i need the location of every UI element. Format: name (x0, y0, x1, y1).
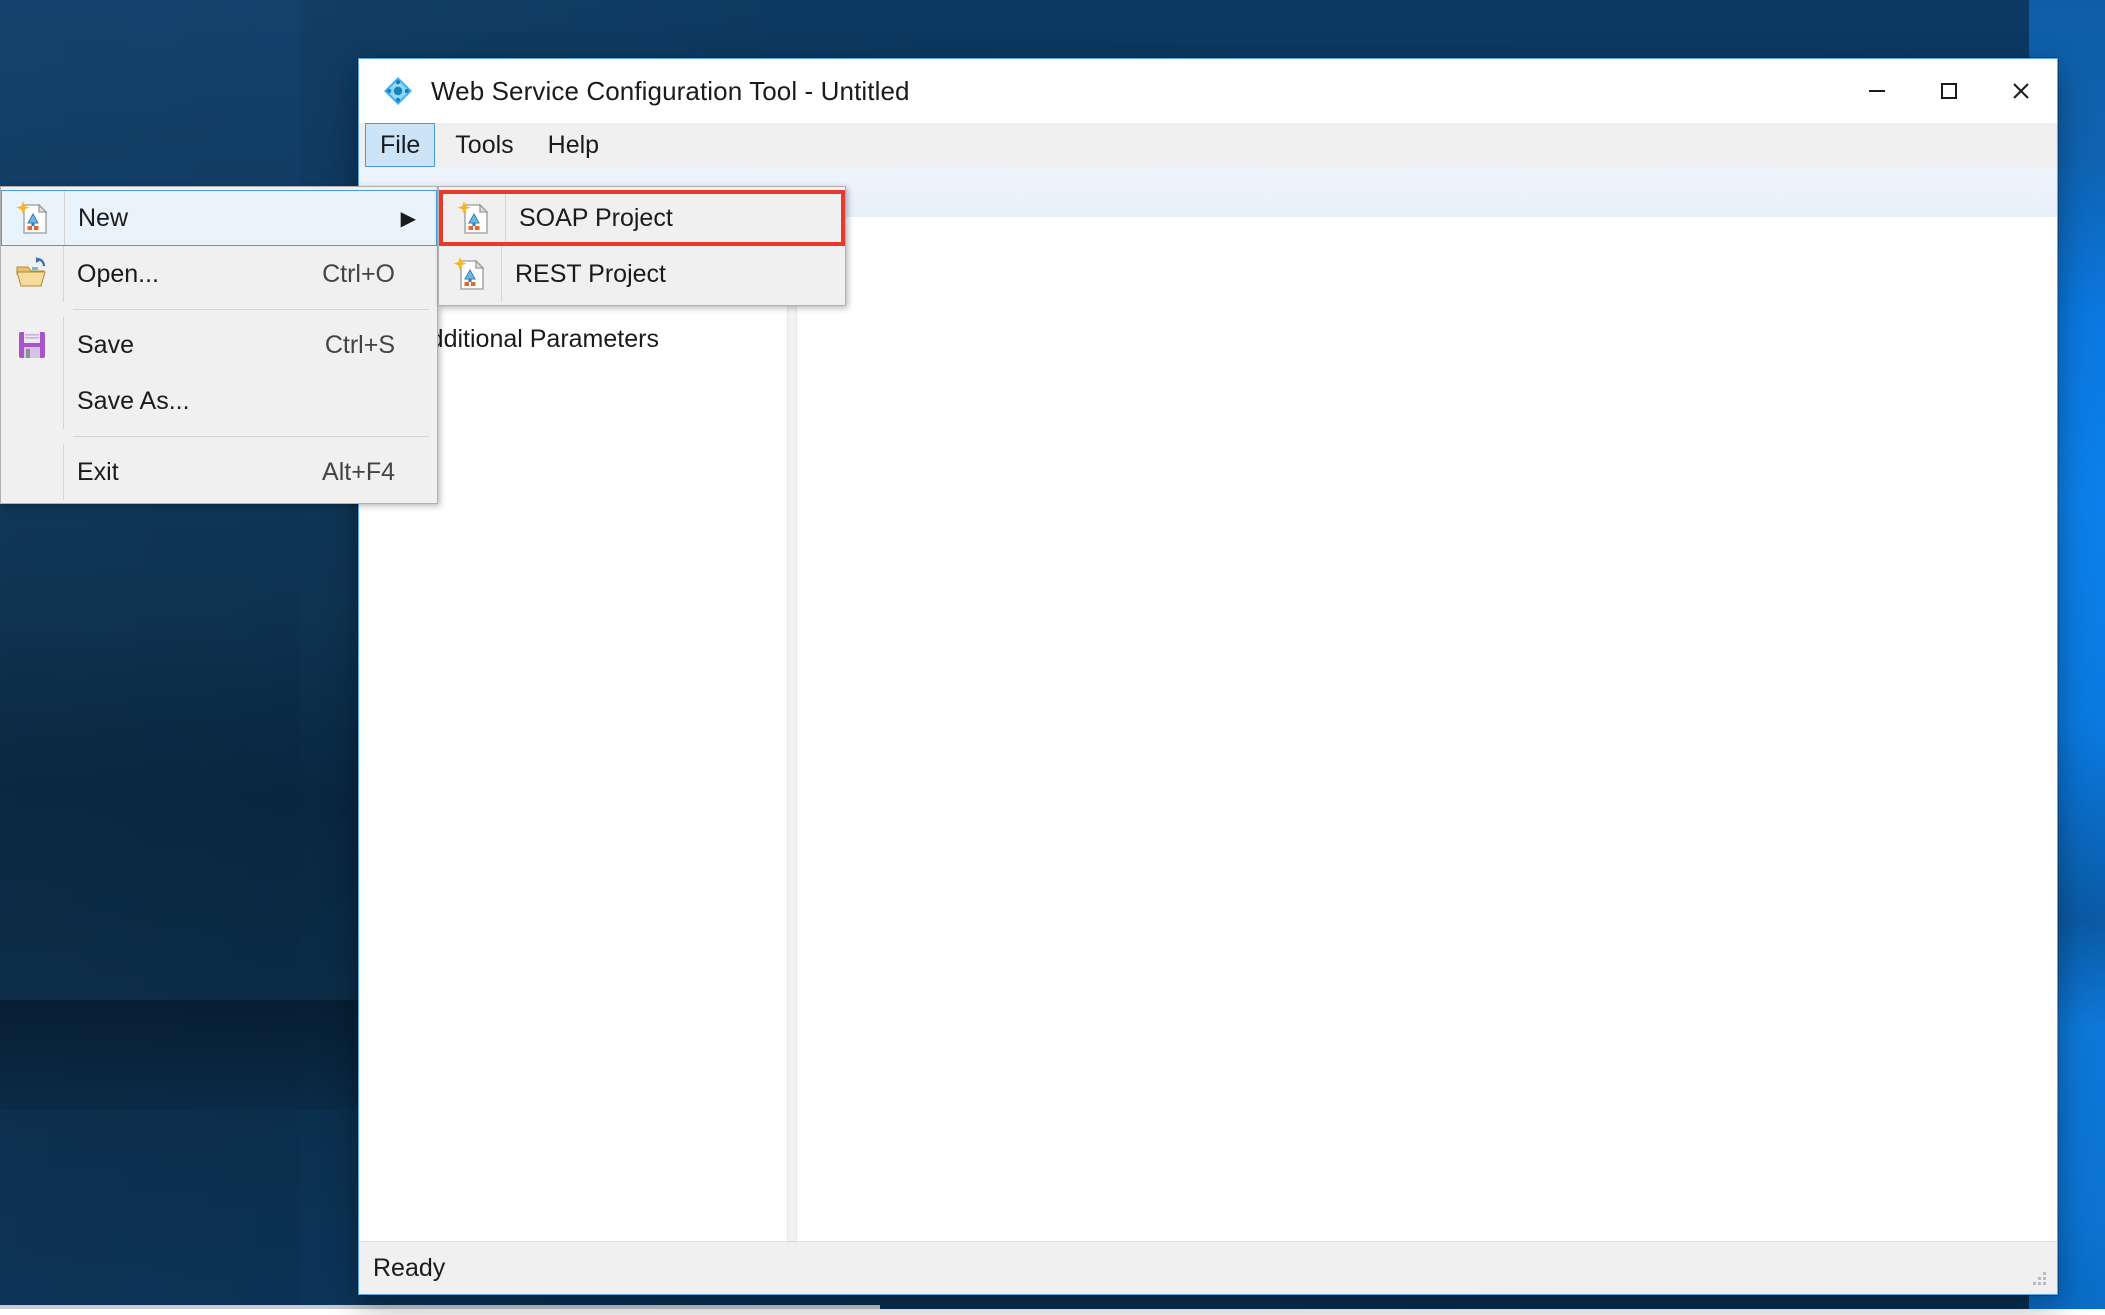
menu-gutter-line (63, 246, 64, 302)
window-title: Web Service Configuration Tool - Untitle… (431, 75, 910, 106)
menu-item-label: Save As... (77, 386, 190, 415)
menu-separator (73, 309, 429, 310)
submenu-item-rest-project[interactable]: REST Project (439, 246, 845, 302)
menu-gutter-line (64, 191, 65, 245)
submenu-item-label: SOAP Project (519, 203, 673, 232)
status-bar: Ready (359, 1241, 2057, 1294)
menu-gutter-line (63, 317, 64, 373)
save-floppy-icon (1, 325, 63, 365)
menu-item-label: Save (77, 330, 134, 359)
new-document-icon (439, 254, 501, 294)
menu-tools[interactable]: Tools (441, 123, 527, 167)
tree-item-label: Additional Parameters (413, 325, 659, 353)
resize-grip-icon[interactable] (2023, 1262, 2049, 1288)
new-document-icon (2, 198, 64, 238)
menu-item-accelerator: Alt+F4 (322, 457, 395, 486)
menu-item-exit[interactable]: Exit Alt+F4 (1, 444, 437, 500)
file-dropdown-menu: New ▶ Open... Ctrl+O Save Ctrl+S Save As… (0, 186, 438, 504)
menu-item-new[interactable]: New ▶ (1, 190, 437, 246)
menu-gutter-line (501, 246, 502, 302)
menu-bar: File Tools Help (359, 123, 2057, 167)
menu-separator (73, 436, 429, 437)
menu-gutter-line (505, 194, 506, 242)
menu-item-label: New (78, 203, 129, 232)
diamond-app-icon (381, 74, 415, 108)
menu-file[interactable]: File (365, 123, 436, 167)
title-bar: Web Service Configuration Tool - Untitle… (359, 59, 2057, 123)
desktop-background: Web Service Configuration Tool - Untitle… (0, 0, 2105, 1315)
new-submenu: SOAP Project REST Project (438, 186, 846, 306)
chevron-right-icon: ▶ (400, 207, 416, 230)
maximize-button[interactable] (1913, 59, 1985, 123)
panel-splitter[interactable] (787, 217, 797, 1241)
open-folder-icon (1, 254, 63, 294)
status-message: Ready (373, 1253, 446, 1282)
new-document-icon (443, 198, 505, 238)
menu-item-label: Open... (77, 259, 159, 288)
menu-gutter-line (63, 373, 64, 429)
menu-help[interactable]: Help (534, 123, 613, 167)
window-controls (1841, 59, 2057, 123)
submenu-item-label: REST Project (515, 259, 666, 288)
screen-bottom-strip (0, 1309, 2105, 1315)
menu-gutter-line (63, 444, 64, 500)
menu-item-save-as[interactable]: Save As... (1, 373, 437, 429)
menu-item-open[interactable]: Open... Ctrl+O (1, 246, 437, 302)
work-area: Object Types Test Connection (359, 217, 2057, 1241)
submenu-item-soap-project[interactable]: SOAP Project (439, 190, 845, 246)
menu-item-save[interactable]: Save Ctrl+S (1, 317, 437, 373)
menu-item-label: Exit (77, 457, 119, 486)
close-button[interactable] (1985, 59, 2057, 123)
detail-panel (797, 217, 2057, 1241)
minimize-button[interactable] (1841, 59, 1913, 123)
menu-item-accelerator: Ctrl+S (324, 330, 395, 359)
menu-item-accelerator: Ctrl+O (322, 259, 395, 288)
